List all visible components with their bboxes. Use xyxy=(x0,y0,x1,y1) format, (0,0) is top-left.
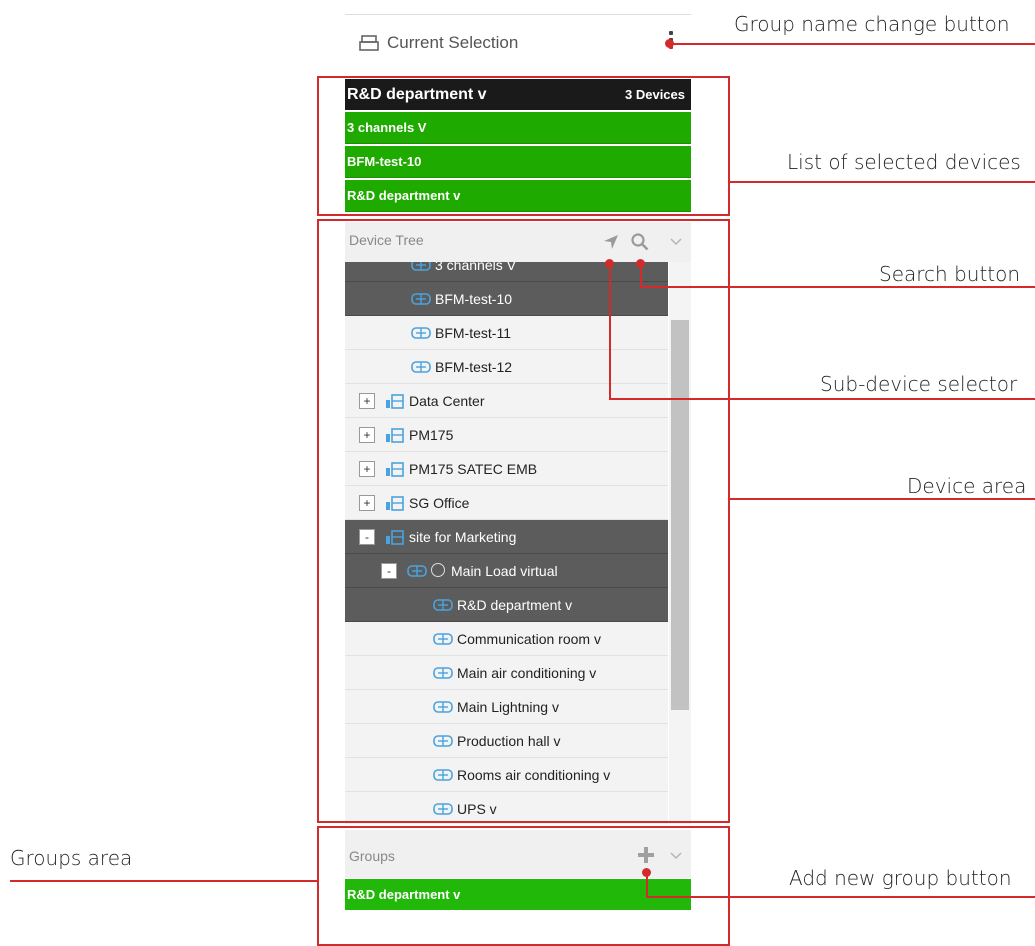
current-selection-title: Current Selection xyxy=(387,33,519,52)
groups-area-frame xyxy=(317,826,730,946)
callout-search: Search button xyxy=(879,262,1021,286)
selected-list-frame xyxy=(317,76,730,216)
kebab-dot-icon xyxy=(669,31,673,35)
printer-icon xyxy=(359,35,379,51)
device-area-frame xyxy=(317,219,730,823)
callout-selected-list: List of selected devices xyxy=(787,150,1021,174)
callout-group-name-change: Group name change button xyxy=(734,12,1010,36)
callout-sub-device: Sub-device selector xyxy=(820,372,1018,396)
current-selection-header: Current Selection xyxy=(345,14,691,74)
callout-add-group: Add new group button xyxy=(789,866,1012,890)
callout-device-area: Device area xyxy=(907,474,1027,498)
callout-groups-area: Groups area xyxy=(10,846,133,870)
